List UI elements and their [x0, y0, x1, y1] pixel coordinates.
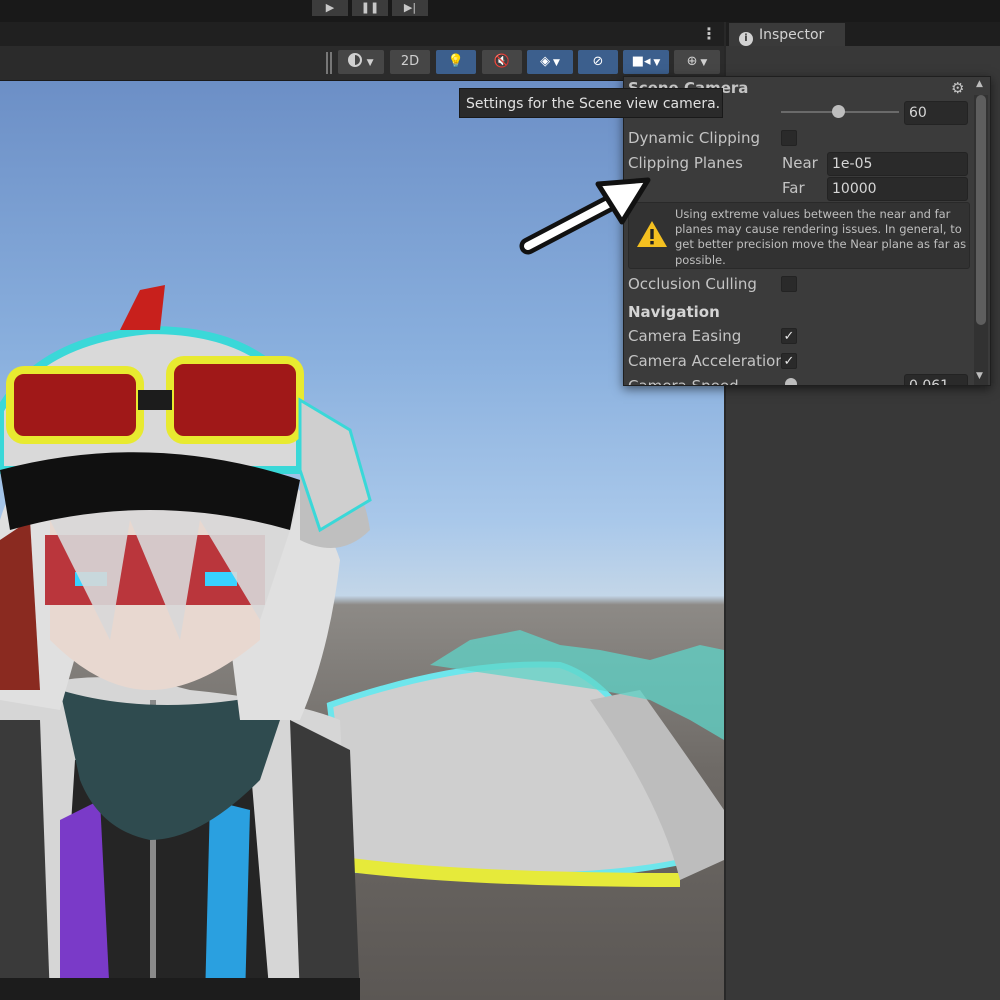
scene-tab-strip [0, 22, 724, 46]
effects-icon: ◈ [540, 54, 551, 69]
occlusion-culling-checkbox[interactable] [781, 276, 797, 292]
clipping-warning-box: Using extreme values between the near an… [628, 202, 970, 269]
camera-settings-button[interactable]: ■◂ ▼ [623, 50, 669, 74]
far-field[interactable]: 10000 [827, 177, 968, 201]
lighting-icon: 💡 [447, 54, 465, 69]
audio-toggle-button[interactable]: 🔇 [482, 50, 522, 74]
scroll-up-icon[interactable]: ▲ [976, 79, 983, 89]
far-label: Far [782, 179, 805, 197]
popup-scrollbar[interactable]: ▲ ▼ [974, 79, 988, 385]
dynamic-clipping-label: Dynamic Clipping [628, 129, 760, 147]
camera-easing-checkbox[interactable]: ✓ [781, 328, 797, 344]
scene-visibility-button[interactable]: ⊘ [578, 50, 618, 74]
near-label: Near [782, 154, 818, 172]
gear-icon[interactable]: ⚙ [951, 79, 964, 97]
annotation-arrow-icon [519, 177, 651, 255]
audio-mute-icon: 🔇 [493, 54, 511, 69]
shading-mode-icon [348, 53, 363, 67]
camera-icon: ■◂ [631, 54, 651, 69]
chevron-down-icon: ▼ [650, 58, 661, 68]
camera-speed-label: Camera Speed [628, 377, 739, 386]
inspector-tab-label: Inspector [759, 27, 825, 43]
camera-tooltip: Settings for the Scene view camera. [459, 88, 723, 118]
dynamic-clipping-checkbox[interactable] [781, 130, 797, 146]
chevron-down-icon: ▼ [697, 58, 708, 68]
near-field[interactable]: 1e-05 [827, 152, 968, 176]
warning-text: Using extreme values between the near an… [675, 207, 967, 267]
toolbar-grip-icon [326, 52, 332, 74]
chevron-down-icon: ▼ [366, 58, 374, 68]
camera-easing-label: Camera Easing [628, 327, 742, 345]
more-options-icon[interactable]: ⋮ [700, 24, 718, 44]
visibility-icon: ⊘ [592, 54, 604, 69]
popup-scrollbar-thumb[interactable] [976, 95, 986, 325]
navigation-header: Navigation [628, 303, 720, 321]
fov-slider-handle[interactable] [832, 105, 845, 118]
chevron-down-icon: ▼ [550, 58, 560, 68]
scroll-down-icon[interactable]: ▼ [976, 371, 983, 381]
occlusion-culling-label: Occlusion Culling [628, 275, 757, 293]
scene-camera-popup: Scene Camera ⚙ 60 Dynamic Clipping Clipp… [623, 76, 991, 386]
effects-toggle-button[interactable]: ◈ ▼ [527, 50, 573, 74]
play-toolbar: ▶ ❚❚ ▶| [0, 0, 1000, 22]
gizmos-button[interactable]: ⊕ ▼ [674, 50, 720, 74]
lighting-toggle-button[interactable]: 💡 [436, 50, 476, 74]
camera-speed-field[interactable]: 0.061 [904, 374, 968, 385]
gizmos-icon: ⊕ [686, 54, 698, 69]
2d-toggle-button[interactable]: 2D [390, 50, 430, 74]
camera-acceleration-label: Camera Acceleration [628, 352, 785, 370]
play-icon[interactable]: ▶ [312, 0, 348, 16]
step-icon[interactable]: ▶| [392, 0, 428, 16]
camera-acceleration-checkbox[interactable]: ✓ [781, 353, 797, 369]
shading-mode-button[interactable]: ▼ [338, 50, 384, 74]
fov-field[interactable]: 60 [904, 101, 968, 125]
tab-inspector[interactable]: i Inspector [729, 23, 845, 46]
camera-speed-slider-handle[interactable] [785, 378, 797, 385]
2d-label: 2D [400, 54, 420, 69]
pause-icon[interactable]: ❚❚ [352, 0, 388, 16]
info-icon: i [739, 32, 753, 46]
